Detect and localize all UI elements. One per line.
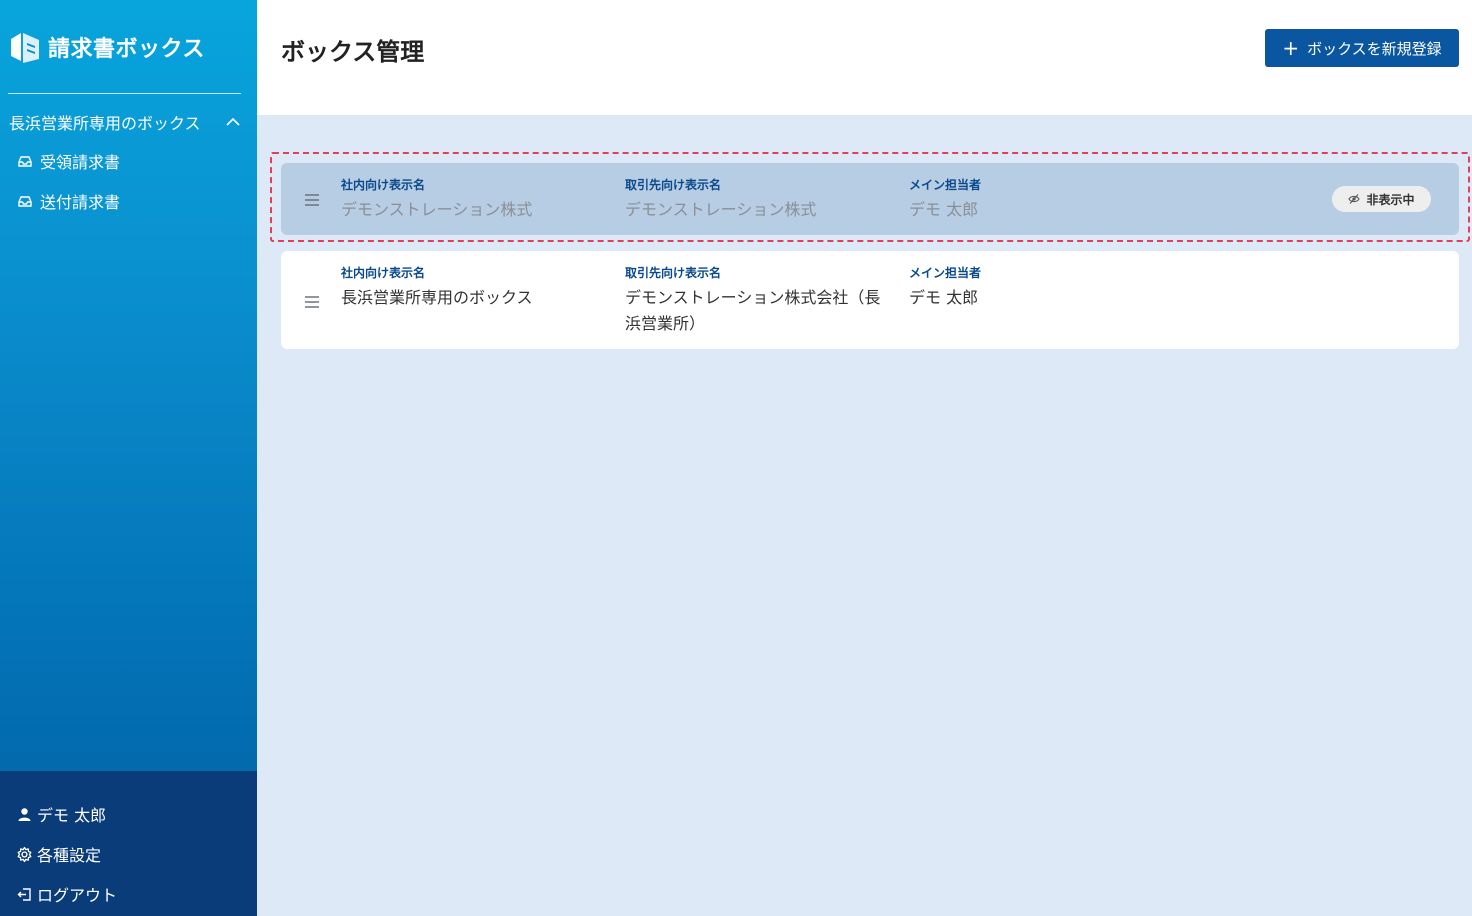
sidebar-item-label: 送付請求書 bbox=[40, 193, 121, 212]
logo[interactable]: 請求書ボックス bbox=[8, 28, 205, 66]
partner-name-label: 取引先向け表示名 bbox=[625, 266, 722, 280]
drag-handle-icon[interactable] bbox=[303, 293, 321, 311]
settings-label: 各種設定 bbox=[37, 846, 102, 865]
owner-value: デモ 太郎 bbox=[909, 200, 979, 219]
box-row[interactable]: 社内向け表示名 長浜営業所専用のボックス 取引先向け表示名 デモンストレーション… bbox=[281, 251, 1459, 349]
owner-field: メイン担当者 デモ 太郎 bbox=[909, 265, 1109, 311]
add-box-button-label: ボックスを新規登録 bbox=[1307, 39, 1442, 58]
partner-name-label: 取引先向け表示名 bbox=[625, 178, 722, 192]
logout-link[interactable]: ログアウト bbox=[16, 881, 117, 907]
user-icon bbox=[18, 807, 31, 821]
owner-label: メイン担当者 bbox=[909, 178, 982, 192]
user-menu[interactable]: デモ 太郎 bbox=[16, 801, 106, 827]
add-box-button[interactable]: + ボックスを新規登録 bbox=[1265, 29, 1459, 67]
page-header: ボックス管理 + ボックスを新規登録 bbox=[257, 0, 1472, 115]
internal-name-field: 社内向け表示名 長浜営業所専用のボックス bbox=[341, 265, 611, 311]
chevron-up-icon[interactable] bbox=[225, 114, 241, 130]
hidden-status-badge: 非表示中 bbox=[1332, 186, 1431, 212]
internal-name-label: 社内向け表示名 bbox=[341, 266, 426, 280]
logout-label: ログアウト bbox=[37, 886, 118, 905]
sidebar-group-label: 長浜営業所専用のボックス bbox=[9, 114, 201, 133]
internal-name-field: 社内向け表示名 デモンストレーション株式 bbox=[341, 177, 611, 223]
user-name: デモ 太郎 bbox=[37, 806, 107, 825]
internal-name-value: デモンストレーション株式 bbox=[341, 200, 533, 219]
box-row-hidden[interactable]: 社内向け表示名 デモンストレーション株式 取引先向け表示名 デモンストレーション… bbox=[281, 163, 1459, 235]
sidebar-item-received-invoices[interactable]: 受領請求書 bbox=[16, 148, 120, 174]
sidebar-item-sent-invoices[interactable]: 送付請求書 bbox=[16, 188, 120, 214]
app: 請求書ボックス 長浜営業所専用のボックス 受領請求書 送付請求書 デモ 太郎 各… bbox=[0, 0, 1472, 916]
owner-field: メイン担当者 デモ 太郎 bbox=[909, 177, 1109, 223]
partner-name-value: デモンストレーション株式 bbox=[625, 200, 817, 219]
partner-name-field: 取引先向け表示名 デモンストレーション株式 bbox=[625, 177, 895, 223]
logo-icon bbox=[11, 33, 39, 63]
internal-name-value: 長浜営業所専用のボックス bbox=[341, 288, 533, 307]
partner-name-value: デモンストレーション株式会社（長浜営業所） bbox=[625, 288, 881, 333]
sidebar-divider bbox=[8, 93, 241, 94]
eye-slash-icon bbox=[1348, 194, 1361, 204]
owner-value: デモ 太郎 bbox=[909, 288, 979, 307]
inbox-icon bbox=[18, 156, 32, 167]
logo-text: 請求書ボックス bbox=[48, 37, 205, 62]
drag-handle-icon[interactable] bbox=[303, 191, 321, 209]
sidebar-item-label: 受領請求書 bbox=[40, 153, 121, 172]
settings-link[interactable]: 各種設定 bbox=[16, 841, 101, 867]
owner-label: メイン担当者 bbox=[909, 266, 982, 280]
plus-icon: + bbox=[1282, 36, 1300, 60]
inbox-icon bbox=[18, 196, 32, 207]
gear-icon bbox=[17, 846, 32, 862]
logout-icon bbox=[17, 887, 31, 901]
sidebar-group-header[interactable]: 長浜営業所専用のボックス bbox=[9, 108, 241, 136]
partner-name-field: 取引先向け表示名 デモンストレーション株式会社（長浜営業所） bbox=[625, 265, 895, 337]
sidebar: 請求書ボックス 長浜営業所専用のボックス 受領請求書 送付請求書 デモ 太郎 各… bbox=[0, 0, 257, 916]
page-title: ボックス管理 bbox=[281, 38, 425, 66]
hidden-status-text: 非表示中 bbox=[1366, 192, 1415, 207]
sidebar-footer: デモ 太郎 各種設定 ログアウト bbox=[0, 771, 257, 916]
internal-name-label: 社内向け表示名 bbox=[341, 178, 426, 192]
